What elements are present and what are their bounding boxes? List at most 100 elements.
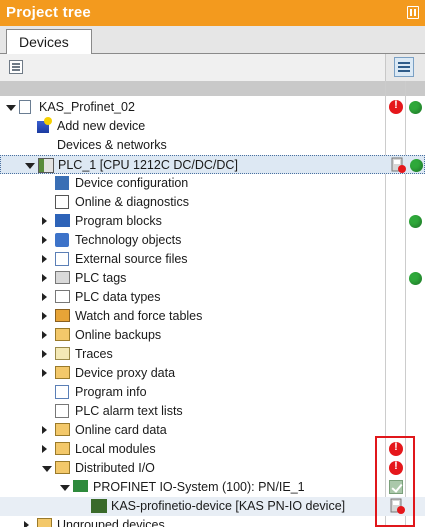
data-types-icon bbox=[55, 290, 70, 303]
tree-item-label: Local modules bbox=[75, 442, 156, 456]
tree-item[interactable]: PROFINET IO-System (100): PN/IE_1 bbox=[0, 478, 425, 497]
expand-arrow-icon[interactable] bbox=[42, 350, 47, 358]
backup-icon bbox=[55, 328, 70, 341]
expand-arrow-icon[interactable] bbox=[42, 274, 47, 282]
tree-item[interactable]: Traces bbox=[0, 345, 425, 364]
profinet-system-icon bbox=[73, 480, 88, 492]
tree-item-label: Traces bbox=[75, 347, 113, 361]
collapse-arrow-icon[interactable] bbox=[25, 163, 35, 169]
collapse-arrow-icon[interactable] bbox=[6, 105, 16, 111]
tree-item[interactable]: Devices & networks bbox=[0, 136, 425, 155]
alarm-text-icon bbox=[55, 404, 69, 418]
overview-icon[interactable] bbox=[9, 60, 23, 74]
tree-item[interactable]: PLC_1 [CPU 1212C DC/DC/DC] bbox=[0, 155, 425, 174]
status-ok-icon bbox=[409, 272, 422, 285]
expand-arrow-icon[interactable] bbox=[42, 445, 47, 453]
tree-item-label: PLC_1 [CPU 1212C DC/DC/DC] bbox=[58, 158, 238, 172]
pin-icon[interactable] bbox=[407, 6, 419, 19]
expand-arrow-icon[interactable] bbox=[42, 312, 47, 320]
expand-arrow-icon[interactable] bbox=[42, 255, 47, 263]
collapse-arrow-icon[interactable] bbox=[60, 485, 70, 491]
status-ok-icon bbox=[410, 159, 423, 172]
tree-item[interactable]: KAS_Profinet_02 bbox=[0, 98, 425, 117]
tree-item-label: Device configuration bbox=[75, 176, 189, 190]
tree-item[interactable]: Online backups bbox=[0, 326, 425, 345]
column-header bbox=[0, 81, 425, 96]
collapse-arrow-icon[interactable] bbox=[42, 466, 52, 472]
tree-item-label: PROFINET IO-System (100): PN/IE_1 bbox=[93, 480, 305, 494]
tree-item[interactable]: Program blocks bbox=[0, 212, 425, 231]
program-info-icon bbox=[55, 385, 69, 399]
profinet-device-icon bbox=[91, 499, 107, 513]
toolbar bbox=[0, 54, 425, 81]
tree-item[interactable]: PLC data types bbox=[0, 288, 425, 307]
distributed-io-icon bbox=[55, 461, 70, 474]
proxy-icon bbox=[55, 366, 70, 379]
expand-arrow-icon[interactable] bbox=[42, 369, 47, 377]
tree-item-label: Devices & networks bbox=[57, 138, 167, 152]
plc-tags-icon bbox=[55, 271, 70, 284]
device-config-icon bbox=[55, 176, 69, 190]
tree-item-label: Program blocks bbox=[75, 214, 162, 228]
traces-icon bbox=[55, 347, 70, 360]
diagnostics-icon bbox=[55, 195, 69, 209]
external-files-icon bbox=[55, 252, 69, 266]
tree-item[interactable]: Device configuration bbox=[0, 174, 425, 193]
panel-header: Project tree bbox=[0, 0, 425, 26]
expand-arrow-icon[interactable] bbox=[42, 426, 47, 434]
tree-item-label: Online & diagnostics bbox=[75, 195, 189, 209]
tree-item[interactable]: Add new device bbox=[0, 117, 425, 136]
expand-arrow-icon[interactable] bbox=[42, 293, 47, 301]
card-data-icon bbox=[55, 423, 70, 436]
tree-item[interactable]: Device proxy data bbox=[0, 364, 425, 383]
tree-item-label: KAS_Profinet_02 bbox=[39, 100, 135, 114]
list-view-icon[interactable] bbox=[394, 57, 414, 77]
tree-item-label: PLC tags bbox=[75, 271, 127, 285]
tree-item[interactable]: External source files bbox=[0, 250, 425, 269]
tree-item[interactable]: Watch and force tables bbox=[0, 307, 425, 326]
tree-item-label: Online card data bbox=[75, 423, 167, 437]
network-icon bbox=[37, 138, 52, 151]
expand-arrow-icon[interactable] bbox=[24, 521, 29, 527]
tree-item-label: Technology objects bbox=[75, 233, 182, 247]
status-ok-icon bbox=[409, 101, 422, 114]
local-modules-icon bbox=[55, 442, 70, 455]
status-ok-icon bbox=[409, 215, 422, 228]
tree-item[interactable]: Online card data bbox=[0, 421, 425, 440]
tree-item-label: Add new device bbox=[57, 119, 146, 133]
tab-devices[interactable]: Devices bbox=[6, 29, 92, 55]
tree-item[interactable]: Technology objects bbox=[0, 231, 425, 250]
tree-item[interactable]: Ungrouped devices bbox=[0, 516, 425, 527]
tree-item-label: Ungrouped devices bbox=[57, 518, 165, 527]
tree-item-label: Device proxy data bbox=[75, 366, 176, 380]
program-blocks-icon bbox=[55, 214, 70, 227]
tree-item[interactable]: Online & diagnostics bbox=[0, 193, 425, 212]
status-error-icon bbox=[389, 99, 403, 114]
tree-item-label: Watch and force tables bbox=[75, 309, 203, 323]
add-device-icon bbox=[37, 117, 52, 133]
expand-arrow-icon[interactable] bbox=[42, 217, 47, 225]
technology-icon bbox=[55, 233, 69, 247]
expand-arrow-icon[interactable] bbox=[42, 236, 47, 244]
project-tree: KAS_Profinet_02 Add new device Devices & n… bbox=[0, 98, 425, 527]
project-icon bbox=[19, 100, 31, 114]
highlight-box bbox=[375, 436, 415, 527]
tree-item-label: KAS-profinetio-device [KAS PN-IO device] bbox=[111, 499, 346, 513]
tree-item[interactable]: Distributed I/O bbox=[0, 459, 425, 478]
tree-item-label: Online backups bbox=[75, 328, 162, 342]
tree-item[interactable]: Program info bbox=[0, 383, 425, 402]
tree-item[interactable]: Local modules bbox=[0, 440, 425, 459]
expand-arrow-icon[interactable] bbox=[42, 331, 47, 339]
download-pending-icon bbox=[390, 156, 406, 174]
tree-item-label: Distributed I/O bbox=[75, 461, 155, 475]
tree-item-label: Program info bbox=[75, 385, 147, 399]
panel-title: Project tree bbox=[6, 4, 91, 21]
tree-item[interactable]: PLC alarm text lists bbox=[0, 402, 425, 421]
tree-item-label: PLC alarm text lists bbox=[75, 404, 183, 418]
tree-item[interactable]: KAS-profinetio-device [KAS PN-IO device] bbox=[0, 497, 425, 516]
watch-tables-icon bbox=[55, 309, 70, 322]
folder-icon bbox=[37, 518, 52, 527]
tree-item-label: External source files bbox=[75, 252, 188, 266]
tree-item[interactable]: PLC tags bbox=[0, 269, 425, 288]
tab-strip: Devices bbox=[0, 26, 425, 55]
